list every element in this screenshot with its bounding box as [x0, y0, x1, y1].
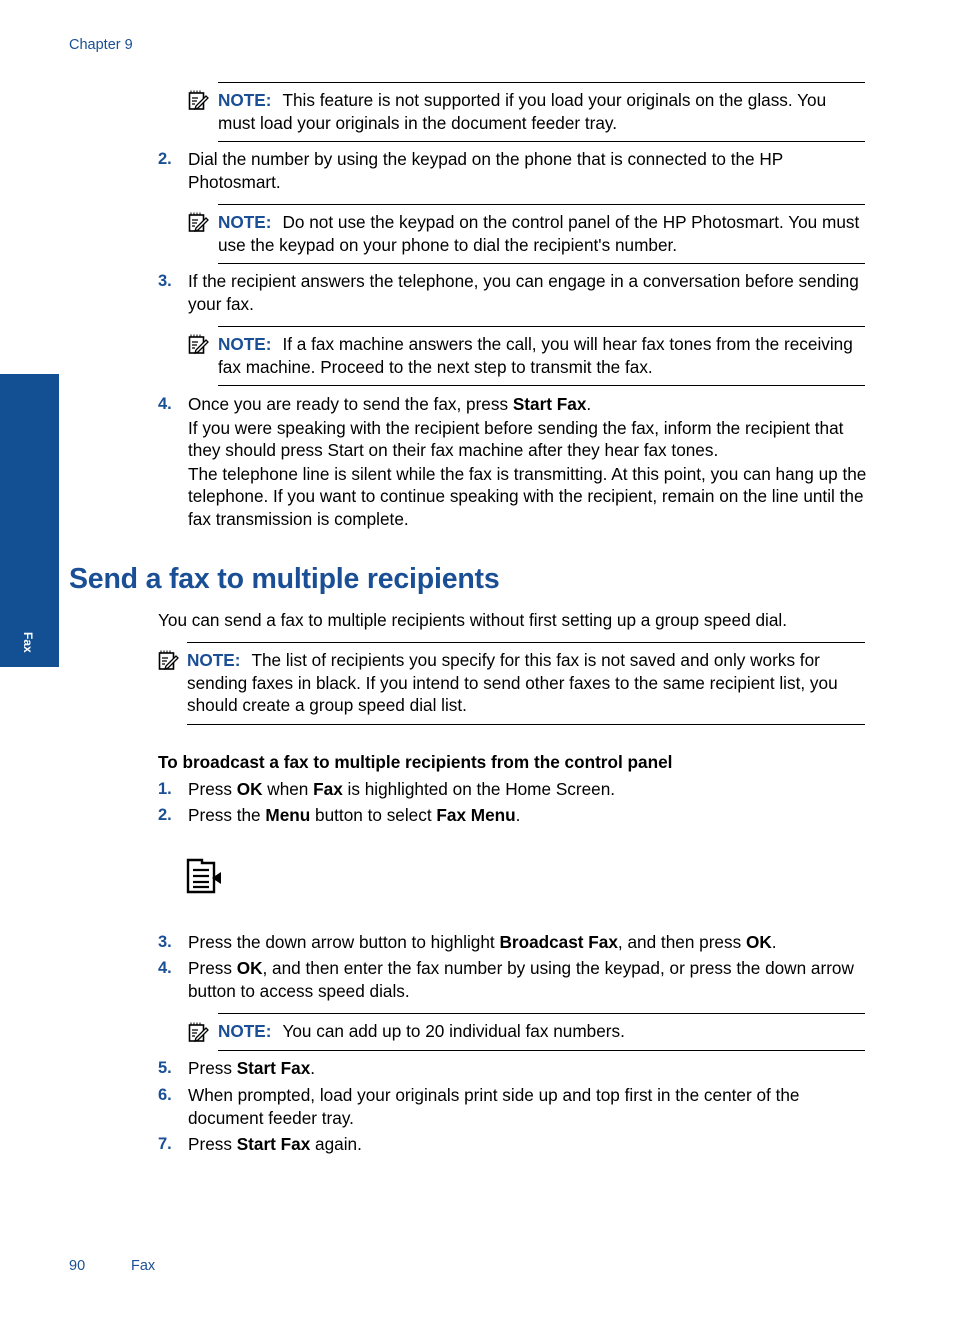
step-number: 3. [158, 933, 172, 951]
step-number: 2. [158, 150, 172, 168]
section-heading: Send a fax to multiple recipients [69, 563, 500, 595]
note-icon [188, 90, 209, 111]
step-number: 6. [158, 1086, 172, 1104]
step-number: 4. [158, 395, 172, 413]
section-intro: You can send a fax to multiple recipient… [158, 610, 787, 630]
step-paragraph: If you were speaking with the recipient … [188, 417, 844, 461]
step-number: 3. [158, 272, 172, 290]
step-text: Dial the number by using the keypad on t… [188, 149, 783, 192]
note-text: This feature is not supported if you loa… [218, 90, 827, 133]
note-block: NOTE: Do not use the keypad on the contro… [218, 204, 865, 265]
note-label: NOTE: [218, 1021, 272, 1041]
side-tab [0, 374, 59, 667]
step-text: When prompted, load your originals print… [188, 1085, 800, 1128]
step-text: Once you are ready to send the fax, pres… [188, 393, 868, 531]
note-text: The list of recipients you specify for t… [187, 650, 838, 716]
note-label: NOTE: [187, 650, 241, 670]
step-paragraph: The telephone line is silent while the f… [188, 463, 867, 529]
step-text: Press the Menu button to select Fax Menu… [188, 805, 521, 825]
note-icon [158, 650, 179, 671]
step-number: 2. [158, 806, 172, 824]
step-number: 4. [158, 959, 172, 977]
step-text: If the recipient answers the telephone, … [188, 271, 859, 314]
note-icon [188, 1022, 209, 1043]
step-number: 1. [158, 780, 172, 798]
note-block: NOTE: If a fax machine answers the call, … [218, 326, 865, 387]
note-label: NOTE: [218, 212, 272, 232]
procedure-title: To broadcast a fax to multiple recipient… [158, 752, 673, 772]
note-label: NOTE: [218, 334, 272, 354]
step-number: 7. [158, 1135, 172, 1153]
note-icon [188, 334, 209, 355]
step-text: Press the down arrow button to highlight… [188, 932, 777, 952]
note-text: You can add up to 20 individual fax numb… [282, 1021, 625, 1041]
button-name: Start Fax [512, 394, 587, 414]
chapter-header: Chapter 9 [69, 37, 133, 53]
note-label: NOTE: [218, 90, 272, 110]
text: Once you are ready to send the fax, pres… [188, 394, 513, 414]
step-text: Press OK, and then enter the fax number … [188, 958, 854, 1001]
step-text: Press Start Fax again. [188, 1134, 362, 1154]
note-text: Do not use the keypad on the control pan… [218, 212, 860, 255]
page-number: 90 [69, 1258, 86, 1274]
step-text: Press OK when Fax is highlighted on the … [188, 779, 616, 799]
note-block: NOTE: You can add up to 20 individual fax… [218, 1013, 865, 1051]
text: . [586, 394, 592, 414]
note-icon [188, 212, 209, 233]
side-tab-label: Fax [21, 632, 35, 653]
step-number: 5. [158, 1059, 172, 1077]
note-text: If a fax machine answers the call, you w… [218, 334, 853, 377]
footer-section: Fax [131, 1258, 156, 1274]
menu-button-icon [186, 858, 221, 894]
note-block: NOTE: This feature is not supported if yo… [218, 82, 865, 143]
note-block: NOTE: The list of recipients you specify … [187, 642, 865, 725]
step-text: Press Start Fax. [188, 1058, 316, 1078]
